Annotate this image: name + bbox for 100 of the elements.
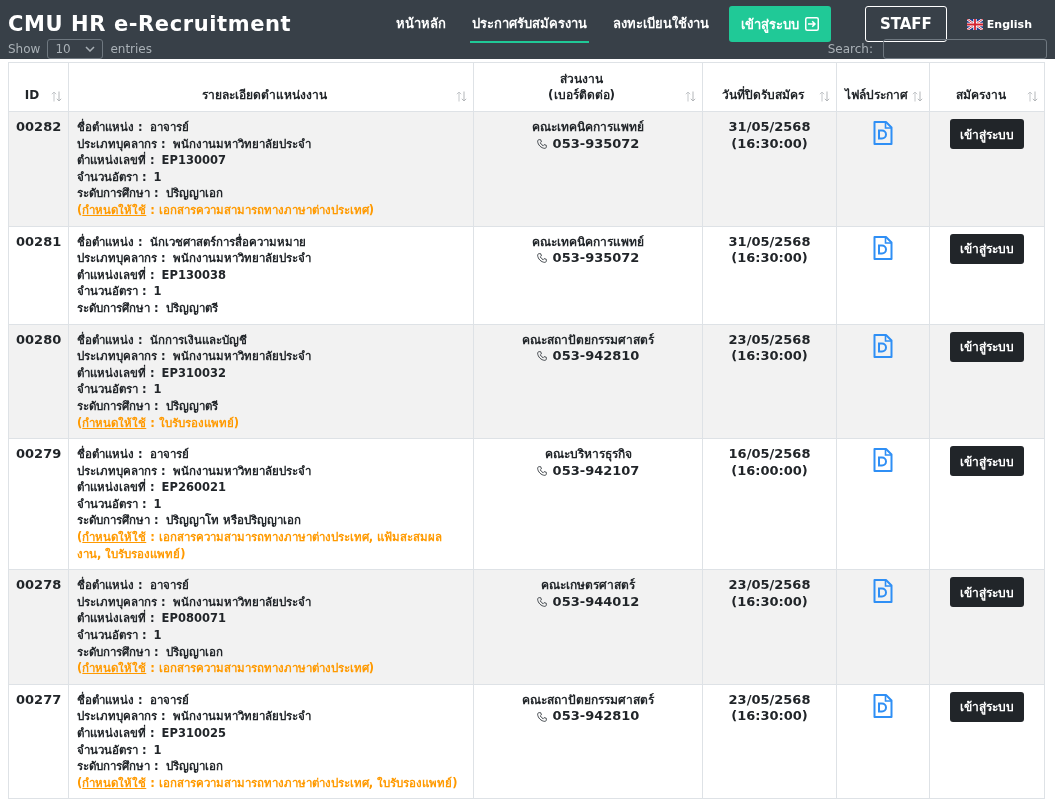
column-header[interactable]: ID <box>17 87 47 103</box>
detail-label: ชื่อตำแหน่ง : <box>77 233 143 251</box>
detail-value: พนักงานมหาวิทยาลัยประจำ <box>172 250 311 267</box>
detail-value: 1 <box>153 741 162 759</box>
nav-link[interactable]: หน้าหลัก <box>393 5 448 43</box>
detail-label: ตำแหน่งเลขที่ : <box>77 152 155 169</box>
detail-value: อาจารย์ <box>149 446 189 463</box>
phone-icon <box>536 711 547 722</box>
staff-button[interactable]: STAFF <box>864 6 947 42</box>
phone-number: 053-942107 <box>552 462 640 480</box>
login-icon <box>804 17 819 31</box>
phone-icon <box>536 351 547 362</box>
detail-value: 1 <box>153 381 162 398</box>
detail-value: EP130007 <box>161 152 226 169</box>
length-select[interactable]: 10 <box>47 39 104 59</box>
detail-label: จำนวนอัตรา : <box>77 495 147 513</box>
document-icon[interactable] <box>873 693 893 718</box>
detail-label: ระดับการศึกษา : <box>77 397 159 415</box>
detail-value: พนักงานมหาวิทยาลัยประจำ <box>172 348 311 365</box>
detail-value: ปริญญาตรี <box>165 397 218 415</box>
login-button[interactable]: เข้าสู่ระบบ <box>950 119 1024 149</box>
nav-link[interactable]: ประกาศรับสมัครงาน <box>469 5 589 43</box>
closing-time: (16:00:00) <box>730 462 809 480</box>
phone-number: 053-944012 <box>552 593 640 611</box>
phone-number: 053-942810 <box>552 348 640 365</box>
closing-date: 23/05/2568 <box>727 691 812 709</box>
login-button[interactable]: เข้าสู่ระบบ <box>950 691 1024 722</box>
sort-icon[interactable] <box>819 91 830 102</box>
detail-label: ประเภทบุคลากร : <box>77 708 166 725</box>
document-icon[interactable] <box>873 121 893 145</box>
unit-name: คณะสถาปัตยกรรมศาสตร์ <box>521 331 656 349</box>
detail-value: อาจารย์ <box>149 691 189 709</box>
detail-label: ระดับการศึกษา : <box>77 643 159 661</box>
detail-label: ระดับการศึกษา : <box>77 185 159 202</box>
phone-icon <box>536 466 547 476</box>
language-link[interactable]: English <box>966 17 1032 31</box>
document-icon[interactable] <box>873 448 893 473</box>
nav-link[interactable]: ลงทะเบียนใช้งาน <box>610 5 711 43</box>
closing-date: 31/05/2568 <box>727 119 812 136</box>
length-label: Show <box>8 42 41 56</box>
login-button[interactable]: เข้าสู่ระบบ <box>950 331 1024 362</box>
requirement-note: (กำหนดให้ใช้ : ใบรับรองแพทย์) <box>77 414 241 432</box>
detail-label: ประเภทบุคลากร : <box>77 348 166 365</box>
detail-label: ชื่อตำแหน่ง : <box>77 577 143 594</box>
detail-value: 1 <box>153 495 162 513</box>
detail-value: 1 <box>153 283 162 300</box>
detail-value: EP310032 <box>161 364 226 382</box>
detail-value: 1 <box>153 627 162 644</box>
detail-label: จำนวนอัตรา : <box>77 283 147 300</box>
detail-value: EP310025 <box>161 725 226 742</box>
job-id: 00280 <box>16 331 62 347</box>
job-id: 00282 <box>16 119 62 134</box>
detail-value: EP260021 <box>161 479 226 496</box>
search-label: Search: <box>827 42 873 56</box>
detail-value: พนักงานมหาวิทยาลัยประจำ <box>172 462 311 480</box>
sort-icon[interactable] <box>912 91 923 102</box>
detail-label: ประเภทบุคลากร : <box>77 135 166 152</box>
search-field[interactable] <box>883 39 1047 59</box>
closing-time: (16:30:00) <box>730 593 809 611</box>
detail-label: ตำแหน่งเลขที่ : <box>77 364 155 382</box>
login-button[interactable]: เข้าสู่ระบบ <box>950 233 1024 264</box>
detail-value: นักเวชศาสตร์การสื่อความหมาย <box>149 233 306 251</box>
closing-date: 23/05/2568 <box>727 331 812 349</box>
document-icon[interactable] <box>873 333 893 358</box>
closing-date: 31/05/2568 <box>727 233 812 251</box>
sort-icon[interactable] <box>456 91 467 102</box>
unit-name: คณะเทคนิคการแพทย์ <box>531 233 645 251</box>
phone-number: 053-935072 <box>552 250 640 267</box>
document-icon[interactable] <box>873 579 893 604</box>
detail-label: ระดับการศึกษา : <box>77 299 159 317</box>
requirement-note: (กำหนดให้ใช้ : เอกสารความสามารถทางภาษาต่างประเทศ, แฟ้มสะสมผลงาน, ใบรับรองแพทย์) <box>77 529 444 563</box>
closing-time: (16:30:00) <box>730 708 809 725</box>
flag-icon <box>966 18 983 30</box>
login-button[interactable]: เข้าสู่ระบบ <box>950 446 1024 477</box>
detail-value: ปริญญาโท หรือปริญญาเอก <box>165 512 301 530</box>
sort-icon[interactable] <box>1027 91 1038 102</box>
site-title: CMU HR e-Recruitment <box>8 12 292 36</box>
closing-date: 16/05/2568 <box>727 446 812 463</box>
detail-label: จำนวนอัตรา : <box>77 627 147 644</box>
phone-number: 053-935072 <box>552 135 640 153</box>
requirement-note: (กำหนดให้ใช้ : เอกสารความสามารถทางภาษาต่างประเทศ) <box>77 660 376 677</box>
detail-value: พนักงานมหาวิทยาลัยประจำ <box>172 593 311 611</box>
closing-time: (16:30:00) <box>730 348 809 365</box>
detail-value: ปริญญาเอก <box>165 185 223 202</box>
detail-value: 1 <box>153 168 162 186</box>
job-id: 00281 <box>16 233 62 249</box>
detail-value: ปริญญาเอก <box>165 758 223 775</box>
detail-value: ปริญญาตรี <box>165 299 218 317</box>
detail-label: ชื่อตำแหน่ง : <box>77 331 143 349</box>
detail-value: ปริญญาเอก <box>165 643 223 661</box>
login-button[interactable]: เข้าสู่ระบบ <box>950 577 1024 608</box>
closing-time: (16:30:00) <box>730 250 809 267</box>
sort-icon[interactable] <box>685 91 696 102</box>
detail-label: จำนวนอัตรา : <box>77 741 147 759</box>
sort-icon[interactable] <box>51 91 62 102</box>
detail-label: ตำแหน่งเลขที่ : <box>77 266 155 284</box>
job-id: 00277 <box>16 691 62 707</box>
document-icon[interactable] <box>873 235 893 260</box>
requirement-note: (กำหนดให้ใช้ : เอกสารความสามารถทางภาษาต่างประเทศ) <box>77 201 376 219</box>
phone-number: 053-942810 <box>552 708 640 725</box>
